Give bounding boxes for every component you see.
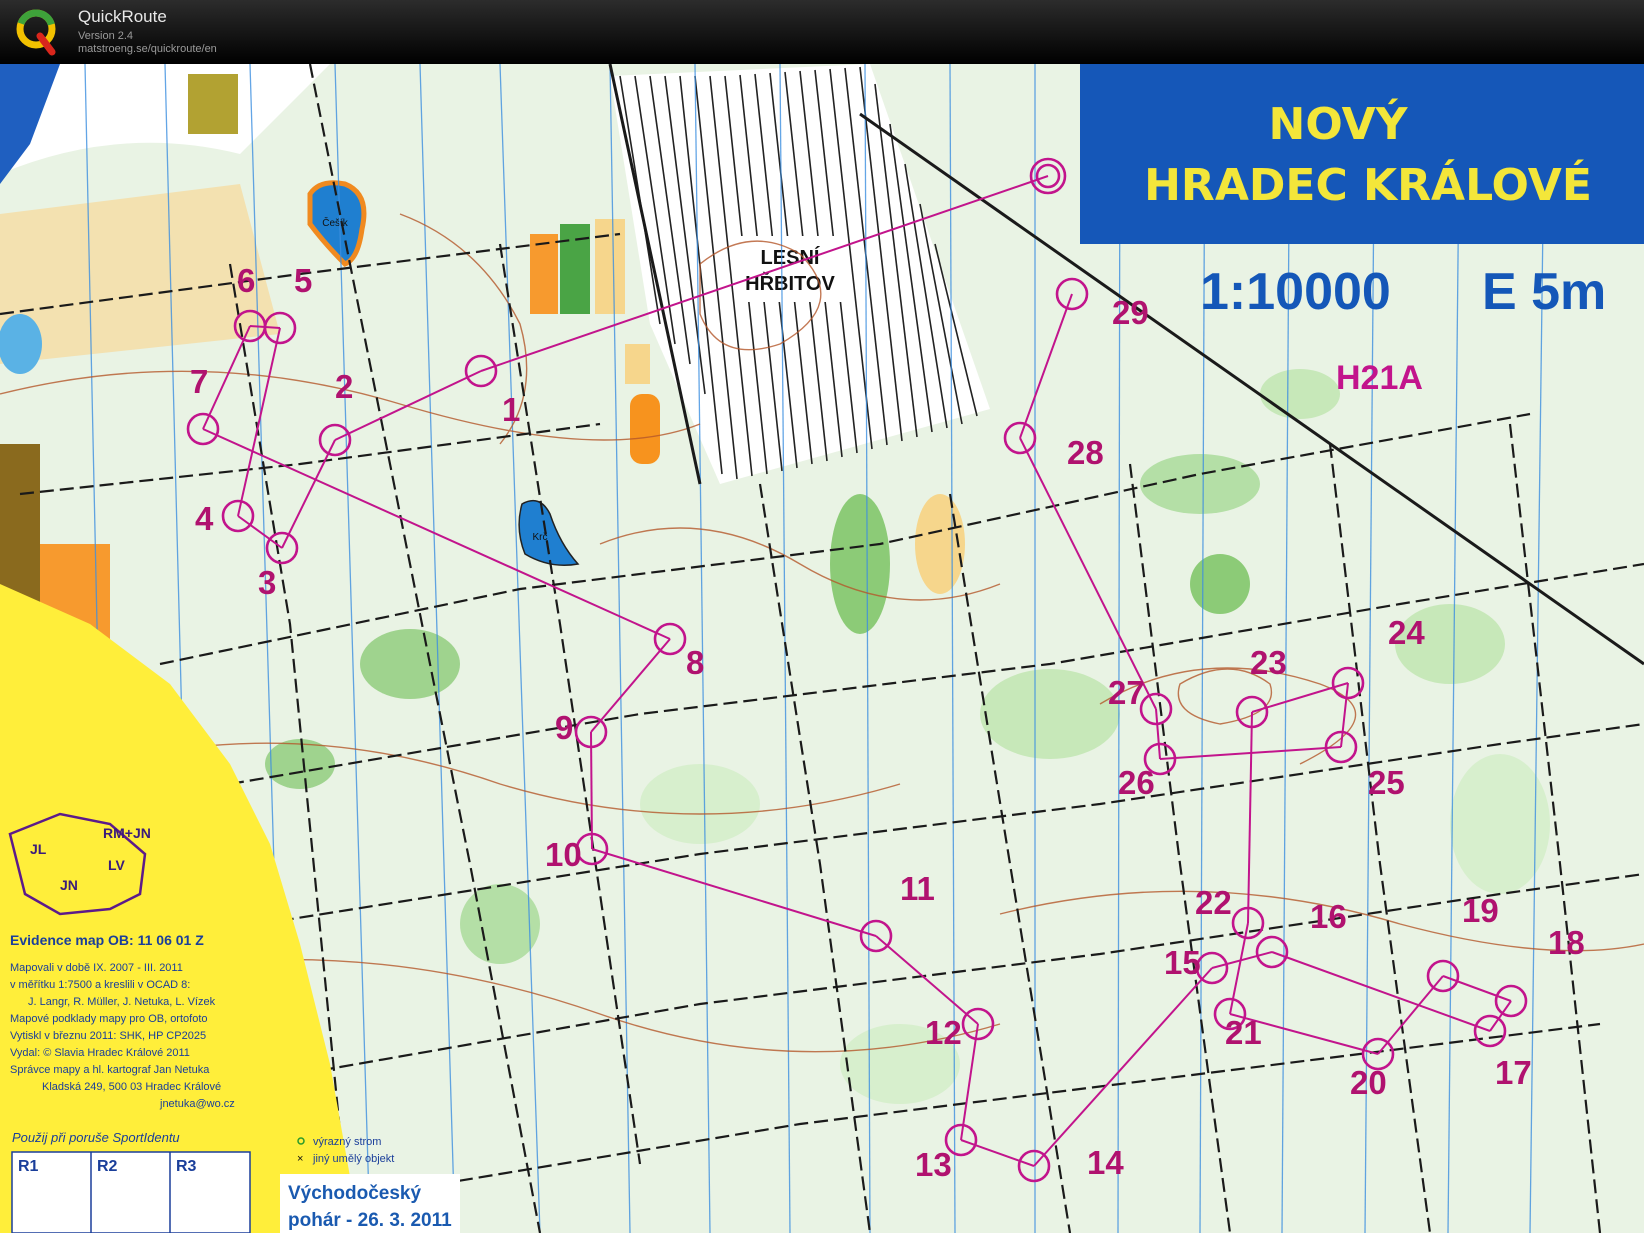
control-number: 21 bbox=[1225, 1014, 1262, 1051]
credit-line: J. Langr, R. Müller, J. Netuka, L. Vízek bbox=[28, 996, 216, 1008]
control-number: 9 bbox=[555, 709, 573, 746]
control-number: 16 bbox=[1310, 898, 1347, 935]
inset-label-rmjn: RM+JN bbox=[103, 825, 151, 841]
event-name: Východočeský bbox=[288, 1183, 421, 1204]
control-number: 8 bbox=[686, 644, 704, 681]
inset-label-jn: JN bbox=[60, 877, 78, 893]
contour-interval: E 5m bbox=[1482, 263, 1606, 321]
credit-line: Vytiskl v březnu 2011: SHK, HP CP2025 bbox=[10, 1030, 206, 1042]
control-number: 26 bbox=[1118, 764, 1155, 801]
control-number: 19 bbox=[1462, 892, 1499, 929]
legend-object: jiný umělý objekt bbox=[312, 1153, 394, 1165]
map-scale: 1:10000 bbox=[1200, 263, 1391, 321]
control-number: 28 bbox=[1067, 434, 1104, 471]
course-name: H21A bbox=[1336, 359, 1423, 397]
control-number: 18 bbox=[1548, 924, 1585, 961]
control-number: 15 bbox=[1164, 944, 1201, 981]
control-number: 11 bbox=[900, 870, 935, 907]
orienteering-map[interactable]: LESNÍ HŘBITOV Češík Krč NOVÝ HRADEC KRÁL… bbox=[0, 64, 1644, 1233]
pond-label-cesik: Češík bbox=[322, 216, 349, 229]
control-number: 23 bbox=[1250, 644, 1287, 681]
control-number: 6 bbox=[237, 262, 255, 299]
credit-line: v měřítku 1:7500 a kreslili v OCAD 8: bbox=[10, 979, 190, 991]
control-number: 14 bbox=[1087, 1144, 1124, 1181]
control-number: 2 bbox=[335, 368, 353, 405]
control-number: 5 bbox=[294, 262, 312, 299]
credit-line: jnetuka@wo.cz bbox=[159, 1098, 235, 1110]
evidence-number: Evidence map OB: 11 06 01 Z bbox=[10, 932, 204, 948]
credit-line: Správce mapy a hl. kartograf Jan Netuka bbox=[10, 1064, 210, 1076]
legend-tree: výrazný strom bbox=[313, 1136, 381, 1148]
app-url[interactable]: matstroeng.se/quickroute/en bbox=[78, 43, 217, 55]
quickroute-logo-icon bbox=[16, 9, 56, 56]
app-version: Version 2.4 bbox=[78, 30, 134, 42]
control-number: 20 bbox=[1350, 1064, 1387, 1101]
control-number: 10 bbox=[545, 836, 582, 873]
backup-box-r3: R3 bbox=[176, 1158, 197, 1175]
control-number: 29 bbox=[1112, 294, 1149, 331]
credit-line: Mapovali v době IX. 2007 - III. 2011 bbox=[10, 962, 183, 974]
credit-line: Kladská 249, 500 03 Hradec Králové bbox=[42, 1081, 221, 1093]
course-leg bbox=[590, 731, 593, 850]
app-title: QuickRoute bbox=[78, 7, 167, 26]
control-number: 27 bbox=[1108, 674, 1145, 711]
control-number: 13 bbox=[915, 1146, 952, 1183]
control-number: 22 bbox=[1195, 884, 1232, 921]
backup-punch-grid bbox=[11, 1151, 251, 1233]
inset-label-jl: JL bbox=[30, 841, 47, 857]
cross-symbol-icon: × bbox=[297, 1153, 303, 1165]
map-title-2: HRADEC KRÁLOVÉ bbox=[1144, 158, 1592, 211]
backup-box-r2: R2 bbox=[97, 1158, 118, 1175]
inset-label-lv: LV bbox=[108, 857, 126, 873]
sportident-note: Použij při poruše SportIdentu bbox=[12, 1130, 180, 1145]
control-number: 4 bbox=[195, 500, 214, 537]
backup-box-r1: R1 bbox=[18, 1158, 39, 1175]
map-title-1: NOVÝ bbox=[1269, 97, 1409, 150]
control-number: 25 bbox=[1368, 764, 1405, 801]
control-number: 7 bbox=[190, 363, 208, 400]
control-number: 12 bbox=[925, 1014, 962, 1051]
app-header: QuickRoute Version 2.4 matstroeng.se/qui… bbox=[0, 0, 1644, 64]
credit-line: Vydal: © Slavia Hradec Králové 2011 bbox=[10, 1047, 190, 1059]
credit-line: Mapové podklady mapy pro OB, ortofoto bbox=[10, 1013, 208, 1025]
control-number: 3 bbox=[258, 564, 276, 601]
control-number: 1 bbox=[502, 391, 520, 428]
control-number: 24 bbox=[1388, 614, 1425, 651]
event-date: pohár - 26. 3. 2011 bbox=[288, 1210, 452, 1231]
control-number: 17 bbox=[1495, 1054, 1532, 1091]
